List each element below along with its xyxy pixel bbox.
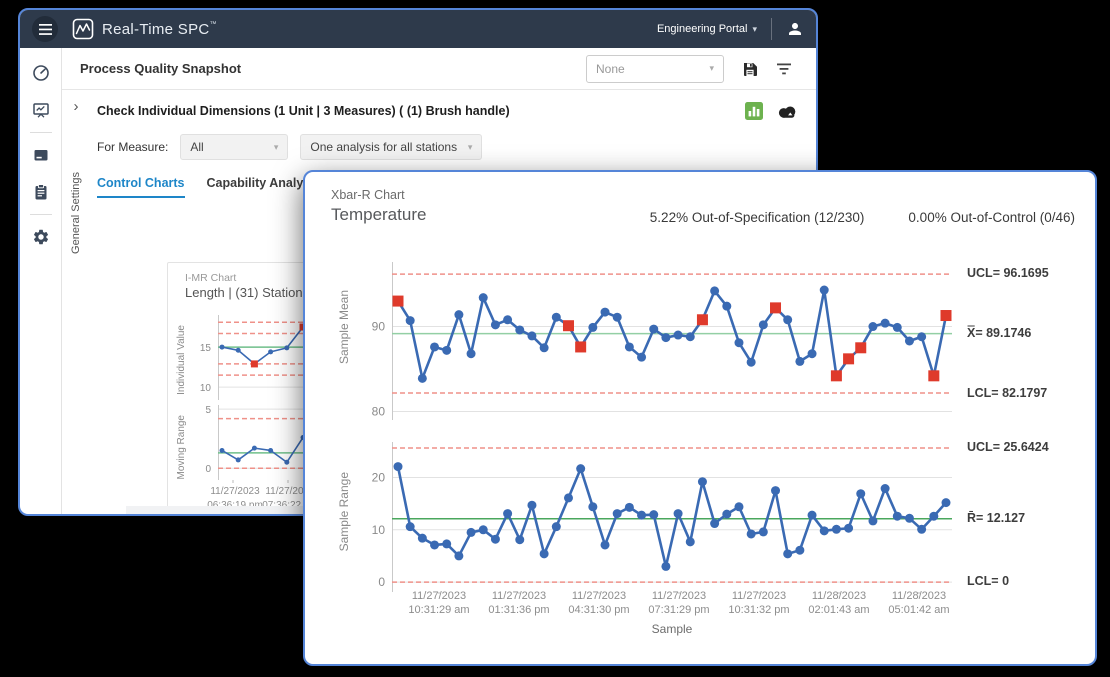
svg-text:0: 0 — [205, 464, 211, 475]
xbar-lcl-label: LCL= 82.1797 — [967, 386, 1047, 400]
x-axis-tick-label: 11/27/202310:31:29 am — [394, 590, 484, 617]
sample-range-chart[interactable]: 20 10 0 — [356, 442, 960, 594]
x-axis-tick-label: 11/27/202307:31:29 pm — [634, 590, 724, 617]
xbar-ucl-label: UCL= 96.1695 — [967, 266, 1049, 280]
save-icon[interactable] — [742, 61, 758, 77]
expand-chevron-icon[interactable]: › — [74, 100, 79, 114]
chevron-down-icon: ▾ — [460, 142, 473, 153]
analysis-mode-select[interactable]: One analysis for all stations ▾ — [300, 134, 482, 160]
x-axis-tick-label: 11/28/202302:01:43 am — [794, 590, 884, 617]
out-of-spec-stat: 5.22% Out-of-Specification (12/230) — [650, 210, 865, 225]
cloud-export-icon[interactable] — [777, 104, 798, 119]
sidebar-item-cards[interactable] — [32, 146, 50, 164]
svg-text:10: 10 — [372, 523, 386, 537]
tab-control-charts[interactable]: Control Charts — [97, 176, 185, 198]
svg-text:20: 20 — [372, 471, 386, 485]
hamburger-icon — [39, 24, 52, 35]
chevron-down-icon: ▾ — [752, 24, 757, 35]
header-divider — [771, 18, 772, 40]
out-of-control-stat: 0.00% Out-of-Control (0/46) — [908, 210, 1075, 225]
x-axis-tick-label: 11/28/202305:01:42 am — [874, 590, 964, 617]
svg-text:0: 0 — [378, 575, 385, 589]
app-logo: Real-Time SPC™ — [72, 18, 217, 40]
xbar-r-chart-window: Xbar-R Chart Temperature 5.22% Out-of-Sp… — [303, 170, 1097, 666]
sidebar-item-checklist[interactable] — [32, 183, 50, 201]
sidebar-divider — [30, 132, 52, 133]
sample-mean-ylabel: Sample Mean — [337, 290, 351, 364]
sidebar-item-dashboard[interactable] — [32, 64, 50, 82]
svg-text:5: 5 — [205, 405, 211, 416]
sidebar-item-monitoring[interactable] — [32, 101, 50, 119]
trademark: ™ — [210, 21, 217, 28]
gear-icon — [32, 228, 50, 246]
page-toolbar: Process Quality Snapshot None ▾ — [62, 48, 816, 90]
sidebar-divider — [30, 214, 52, 215]
r-lcl-label: LCL= 0 — [967, 574, 1009, 588]
preset-select[interactable]: None ▾ — [586, 55, 724, 83]
app-title: Real-Time SPC™ — [102, 21, 217, 38]
imr-moving-range-ylabel: Moving Range — [176, 415, 187, 479]
svg-text:10: 10 — [200, 383, 212, 394]
sample-mean-chart[interactable]: 90 80 — [356, 262, 960, 422]
analysis-title: Check Individual Dimensions (1 Unit | 3 … — [97, 104, 510, 118]
gauge-icon — [32, 64, 50, 82]
imr-chart-type-label: I-MR Chart — [185, 272, 236, 284]
app-header: Real-Time SPC™ Engineering Portal ▾ — [20, 10, 816, 48]
x-axis-title: Sample — [632, 622, 712, 636]
general-settings-strip: › General Settings — [62, 90, 90, 516]
general-settings-label[interactable]: General Settings — [70, 172, 82, 254]
chart-title: Temperature — [331, 205, 426, 225]
x-axis-tick-label: 11/27/202310:31:32 pm — [714, 590, 804, 617]
xbar-center-label: X̿= 89.1746 — [967, 326, 1031, 340]
card-icon — [32, 146, 50, 164]
svg-text:80: 80 — [372, 405, 386, 419]
filter-icon[interactable] — [776, 62, 792, 76]
r-center-label: R̄= 12.127 — [967, 511, 1025, 525]
chevron-down-icon: ▾ — [266, 142, 279, 153]
portal-menu[interactable]: Engineering Portal ▾ — [657, 23, 757, 35]
bar-chart-icon[interactable] — [745, 102, 763, 120]
imr-individual-ylabel: Individual Value — [176, 325, 187, 395]
sidebar-item-settings[interactable] — [32, 228, 50, 246]
sample-range-ylabel: Sample Range — [337, 472, 351, 551]
chevron-down-icon: ▾ — [701, 63, 714, 74]
measure-select[interactable]: All ▾ — [180, 134, 288, 160]
user-icon[interactable] — [786, 20, 804, 38]
clipboard-icon — [32, 183, 50, 201]
svg-text:15: 15 — [200, 343, 212, 354]
r-ucl-label: UCL= 25.6424 — [967, 440, 1049, 454]
svg-text:90: 90 — [372, 320, 386, 334]
spc-logo-icon — [72, 18, 94, 40]
x-axis-tick-label: 11/27/202301:31:36 pm — [474, 590, 564, 617]
hamburger-menu-button[interactable] — [32, 16, 58, 42]
x-axis-tick-label: 11/27/202304:31:30 pm — [554, 590, 644, 617]
chart-board-icon — [32, 101, 50, 119]
for-measure-label: For Measure: — [97, 140, 168, 154]
chart-type-label: Xbar-R Chart — [331, 188, 405, 202]
icon-sidebar — [20, 48, 62, 516]
page-title: Process Quality Snapshot — [80, 61, 241, 76]
